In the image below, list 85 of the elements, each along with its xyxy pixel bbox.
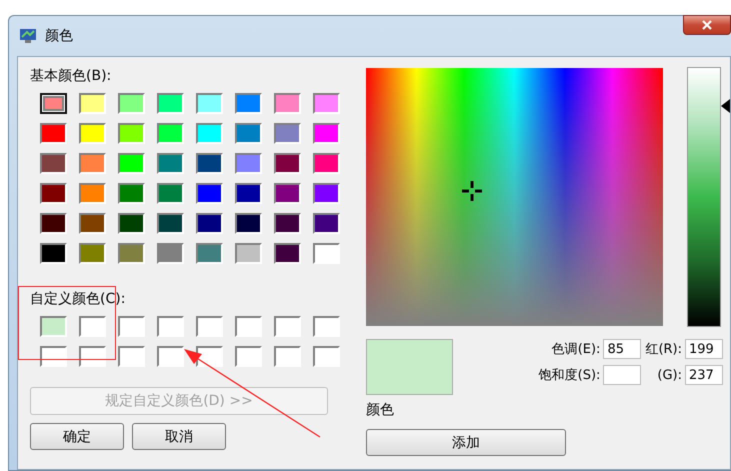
- color-swatch[interactable]: [235, 243, 262, 264]
- color-swatch[interactable]: [79, 123, 106, 144]
- color-swatch[interactable]: [274, 213, 301, 234]
- color-swatch[interactable]: [235, 93, 262, 114]
- color-swatch[interactable]: [79, 213, 106, 234]
- color-swatch[interactable]: [313, 93, 340, 114]
- color-swatch[interactable]: [196, 213, 223, 234]
- color-swatch[interactable]: [40, 123, 67, 144]
- color-swatch[interactable]: [274, 123, 301, 144]
- field-label: 色调(E):: [552, 341, 600, 358]
- color-swatch[interactable]: [79, 346, 106, 367]
- color-spectrum[interactable]: [366, 68, 663, 326]
- slider-arrow[interactable]: [721, 98, 730, 113]
- color-swatch[interactable]: [235, 346, 262, 367]
- color-swatch[interactable]: [118, 346, 145, 367]
- color-swatch[interactable]: [157, 93, 184, 114]
- color-swatch[interactable]: [313, 183, 340, 204]
- color-swatch[interactable]: [157, 346, 184, 367]
- color-swatch[interactable]: [40, 316, 67, 337]
- add-to-custom-colors-button[interactable]: 添加: [366, 429, 566, 456]
- color-swatch[interactable]: [40, 213, 67, 234]
- color-swatch[interactable]: [274, 346, 301, 367]
- color-swatch[interactable]: [196, 153, 223, 174]
- color-swatch[interactable]: [196, 93, 223, 114]
- color-swatch[interactable]: [40, 346, 67, 367]
- color-swatch[interactable]: [40, 153, 67, 174]
- color-swatch[interactable]: [196, 243, 223, 264]
- color-swatch[interactable]: [118, 153, 145, 174]
- field-label: (G):: [657, 368, 682, 382]
- color-swatch[interactable]: [157, 153, 184, 174]
- value-field[interactable]: 85: [603, 339, 642, 359]
- cancel-button[interactable]: 取消: [132, 423, 226, 450]
- color-swatch[interactable]: [79, 183, 106, 204]
- value-field[interactable]: 199: [685, 339, 723, 359]
- color-swatch[interactable]: [313, 123, 340, 144]
- color-swatch[interactable]: [313, 153, 340, 174]
- color-swatch[interactable]: [274, 93, 301, 114]
- color-swatch[interactable]: [235, 123, 262, 144]
- color-swatch[interactable]: [118, 93, 145, 114]
- color-swatch[interactable]: [40, 93, 67, 114]
- color-swatch[interactable]: [313, 213, 340, 234]
- luminance-bar[interactable]: [687, 67, 721, 327]
- color-swatch[interactable]: [157, 123, 184, 144]
- color-swatch[interactable]: [118, 213, 145, 234]
- color-swatch[interactable]: [157, 183, 184, 204]
- color-swatch[interactable]: [157, 213, 184, 234]
- color-swatch[interactable]: [235, 183, 262, 204]
- color-swatch[interactable]: [157, 316, 184, 337]
- color-swatch[interactable]: [79, 93, 106, 114]
- color-swatch[interactable]: [313, 243, 340, 264]
- field-label: 饱和度(S):: [538, 367, 600, 384]
- color-swatch[interactable]: [196, 346, 223, 367]
- field-label: 红(R):: [645, 341, 682, 358]
- color-swatch[interactable]: [274, 183, 301, 204]
- value-field[interactable]: 237: [685, 365, 723, 385]
- color-swatch[interactable]: [235, 316, 262, 337]
- color-swatch[interactable]: [79, 316, 106, 337]
- color-swatch[interactable]: [157, 243, 184, 264]
- color-swatch[interactable]: [118, 123, 145, 144]
- color-swatch[interactable]: [274, 153, 301, 174]
- color-swatch[interactable]: [313, 316, 340, 337]
- color-swatch[interactable]: [118, 183, 145, 204]
- color-swatch[interactable]: [40, 183, 67, 204]
- crosshair-icon: [462, 181, 482, 201]
- color-swatch[interactable]: [79, 243, 106, 264]
- value-field[interactable]: [603, 365, 642, 385]
- color-swatch[interactable]: [196, 123, 223, 144]
- color-swatch[interactable]: [196, 183, 223, 204]
- basic-colors-label: 基本颜色(B):: [30, 67, 112, 86]
- monitor-icon: [19, 28, 37, 44]
- close-button[interactable]: [683, 15, 731, 35]
- window-title: 颜色: [45, 27, 73, 45]
- color-swatch[interactable]: [235, 213, 262, 234]
- color-swatch[interactable]: [313, 346, 340, 367]
- preview-label: 颜色: [366, 401, 395, 419]
- color-swatch[interactable]: [235, 153, 262, 174]
- color-swatch[interactable]: [118, 316, 145, 337]
- color-swatch[interactable]: [79, 153, 106, 174]
- color-swatch[interactable]: [40, 243, 67, 264]
- color-swatch[interactable]: [118, 243, 145, 264]
- ok-button[interactable]: 确定: [30, 423, 124, 450]
- color-swatch[interactable]: [274, 243, 301, 264]
- color-swatch[interactable]: [274, 316, 301, 337]
- close-icon: [701, 20, 713, 30]
- color-swatch[interactable]: [196, 316, 223, 337]
